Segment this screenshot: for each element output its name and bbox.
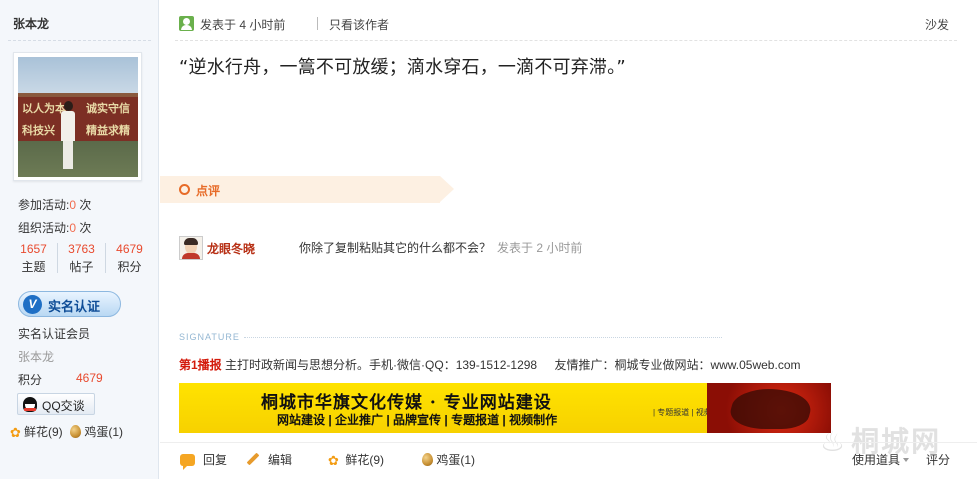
- comment-text: 你除了复制粘贴其它的什么都不会？: [299, 241, 492, 255]
- avatar-wall-text: 科技兴: [22, 124, 55, 137]
- signature-description: 主打时政新闻与思想分析。手机·微信·QQ：139-1512-1298: [225, 358, 538, 372]
- counter-threads[interactable]: 1657 主题: [10, 241, 57, 277]
- credit-value: 4679: [76, 371, 103, 385]
- rate-button[interactable]: 评分: [926, 451, 950, 468]
- verified-icon: V: [23, 295, 42, 314]
- counter-posts[interactable]: 3763 帖子: [58, 241, 105, 277]
- floor-number[interactable]: 沙发: [925, 16, 949, 33]
- stat-activities-organized: 组织活动:0 次: [18, 221, 92, 235]
- only-author-link[interactable]: 只看该作者: [329, 16, 389, 33]
- post-content: “逆水行舟，一篙不可放缓；滴水穿石，一滴不可弃滞。”: [179, 57, 626, 78]
- egg-icon: [422, 453, 433, 466]
- comment-avatar[interactable]: [179, 236, 203, 260]
- egg-button[interactable]: 鸡蛋(1): [422, 451, 475, 468]
- signature-text: 第1播报 主打时政新闻与思想分析。手机·微信·QQ：139-1512-1298 …: [179, 356, 801, 373]
- signature-banner[interactable]: 桐城市华旗文化传媒 · 专业网站建设 网站建设 | 企业推广 | 品牌宣传 | …: [179, 383, 831, 433]
- rating-label: 点评: [196, 184, 221, 198]
- author-name[interactable]: 张本龙: [13, 15, 49, 32]
- sidebar-divider: [8, 40, 151, 41]
- verified-member-label: 实名认证会员: [18, 327, 91, 341]
- avatar-wall-text: 精益求精: [86, 124, 130, 137]
- author-counters: 1657 主题 3763 帖子 4679 积分: [10, 241, 152, 277]
- avatar-person: [60, 101, 76, 171]
- footer-divider: [160, 442, 977, 443]
- meta-divider: [317, 17, 318, 30]
- reply-button[interactable]: 回复: [180, 451, 227, 470]
- post-time: 发表于 4 小时前: [200, 18, 286, 32]
- credit-label: 积分: [18, 373, 43, 387]
- stat-activities-joined: 参加活动:0 次: [18, 198, 92, 212]
- pencil-icon: [246, 452, 260, 466]
- flower-button[interactable]: ✿ 鲜花(9): [328, 451, 384, 468]
- flower-count: ✿ 鲜花(9): [10, 425, 63, 440]
- online-status-icon: [179, 16, 194, 31]
- egg-icon: [70, 425, 81, 438]
- signature-brand: 第1播报: [179, 358, 222, 372]
- comment-item: 你除了复制粘贴其它的什么都不会？ 发表于 2 小时前: [299, 239, 582, 256]
- counter-credits[interactable]: 4679 积分: [106, 241, 153, 277]
- verify-badge-label: 实名认证: [48, 300, 101, 315]
- qq-chat-button[interactable]: QQ交谈: [17, 393, 95, 415]
- signature-promo-link[interactable]: 友情推广：桐城专业做网站：www.05web.com: [554, 358, 800, 372]
- qq-icon: [23, 397, 37, 412]
- signature-divider: [244, 337, 722, 338]
- avatar-wall: 以人为本 诚实守信 科技兴 精益求精: [18, 97, 138, 141]
- flower-icon: ✿: [10, 425, 21, 440]
- author-sidebar: 张本龙 以人为本 诚实守信 科技兴 精益求精 参加活动:0 次 组织活动:0 次…: [0, 0, 159, 479]
- rating-section-header: 点评: [160, 176, 454, 203]
- egg-count: 鸡蛋(1): [70, 423, 123, 440]
- author-display-name: 张本龙: [18, 350, 55, 364]
- reply-icon: [180, 454, 195, 470]
- avatar-wall-text: 诚实守信: [86, 102, 130, 115]
- avatar[interactable]: 以人为本 诚实守信 科技兴 精益求精: [13, 52, 142, 181]
- signature-label: SIGNATURE: [179, 332, 240, 342]
- verify-badge[interactable]: V 实名认证: [18, 291, 121, 317]
- banner-subtitle: 网站建设 | 企业推广 | 品牌宣传 | 专题报道 | 视频制作: [277, 413, 558, 427]
- qq-chat-label: QQ交谈: [42, 399, 85, 413]
- use-tools-dropdown[interactable]: 使用道具: [852, 451, 910, 468]
- post-main: 发表于 4 小时前 只看该作者 沙发 “逆水行舟，一篙不可放缓；滴水穿石，一滴不…: [160, 0, 977, 479]
- chevron-down-icon: [903, 458, 910, 462]
- comment-username[interactable]: 龙眼冬晓: [207, 240, 255, 257]
- flower-icon: ✿: [328, 453, 339, 468]
- rating-circle-icon: [179, 184, 190, 195]
- banner-title: 桐城市华旗文化传媒 · 专业网站建设: [261, 393, 552, 413]
- comment-time: 发表于 2 小时前: [497, 241, 583, 255]
- edit-button[interactable]: 编辑: [246, 451, 292, 468]
- avatar-photo: 以人为本 诚实守信 科技兴 精益求精: [18, 57, 138, 177]
- post-divider: [175, 40, 957, 41]
